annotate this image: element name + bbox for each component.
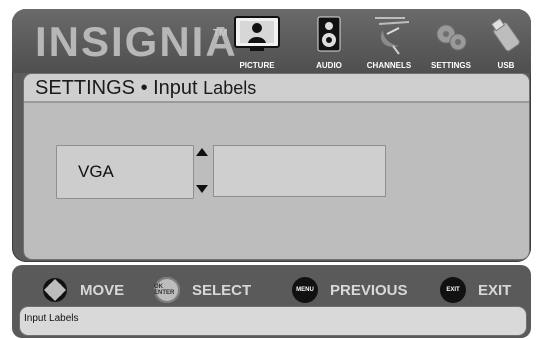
page-title-main: SETTINGS • Input [35, 77, 198, 99]
tab-audio-label: AUDIO [316, 61, 342, 70]
ok-enter-icon-text: OK ENTER [154, 284, 175, 296]
menu-button-icon-text: MENU [296, 287, 314, 293]
down-arrow-icon[interactable] [196, 185, 208, 193]
satellite-dish-icon [375, 17, 410, 55]
page-title: SETTINGS • Input Labels [35, 77, 256, 100]
tab-settings-label: SETTINGS [430, 61, 471, 70]
hint-exit-label: EXIT [478, 281, 512, 299]
label-entry-field[interactable] [213, 145, 386, 197]
exit-button-icon-text: EXIT [446, 287, 460, 293]
insignia-logo: INSIGNIA TM [35, 18, 238, 66]
menu-button-icon: MENU [292, 277, 318, 303]
usb-stick-icon [490, 17, 520, 52]
tab-audio[interactable]: AUDIO [301, 10, 357, 72]
tab-usb-label: USB [497, 61, 515, 70]
hint-exit: EXIT EXIT [440, 276, 511, 304]
tab-channels-label: CHANNELS [366, 61, 412, 70]
hint-select: OK ENTER SELECT [154, 276, 251, 304]
tab-channels[interactable]: CHANNELS [361, 10, 417, 72]
dpad-icon [42, 277, 68, 303]
exit-button-icon: EXIT [440, 277, 466, 303]
ok-enter-icon: OK ENTER [154, 277, 180, 303]
hint-move-label: MOVE [80, 281, 125, 299]
info-bar-text: Input Labels [24, 313, 79, 324]
trademark-text: TM [213, 28, 228, 39]
hint-move: MOVE [42, 276, 124, 304]
gears-icon [436, 24, 467, 51]
info-bar [20, 307, 526, 335]
speaker-icon [317, 16, 341, 52]
tab-picture[interactable]: PICTURE [229, 10, 285, 72]
tv-anchor-icon [234, 16, 280, 51]
input-source-name: VGA [78, 162, 114, 181]
page-title-sub: Labels [203, 78, 257, 98]
logo-text: INSIGNIA [35, 18, 238, 65]
hint-previous: MENU PREVIOUS [292, 276, 408, 304]
tab-settings[interactable]: SETTINGS [423, 10, 479, 72]
tab-picture-label: PICTURE [239, 61, 275, 70]
input-source-box[interactable] [56, 145, 194, 199]
tab-usb[interactable]: USB [478, 10, 534, 72]
up-arrow-icon[interactable] [196, 148, 208, 156]
hint-previous-label: PREVIOUS [330, 281, 408, 299]
hint-select-label: SELECT [192, 281, 252, 299]
